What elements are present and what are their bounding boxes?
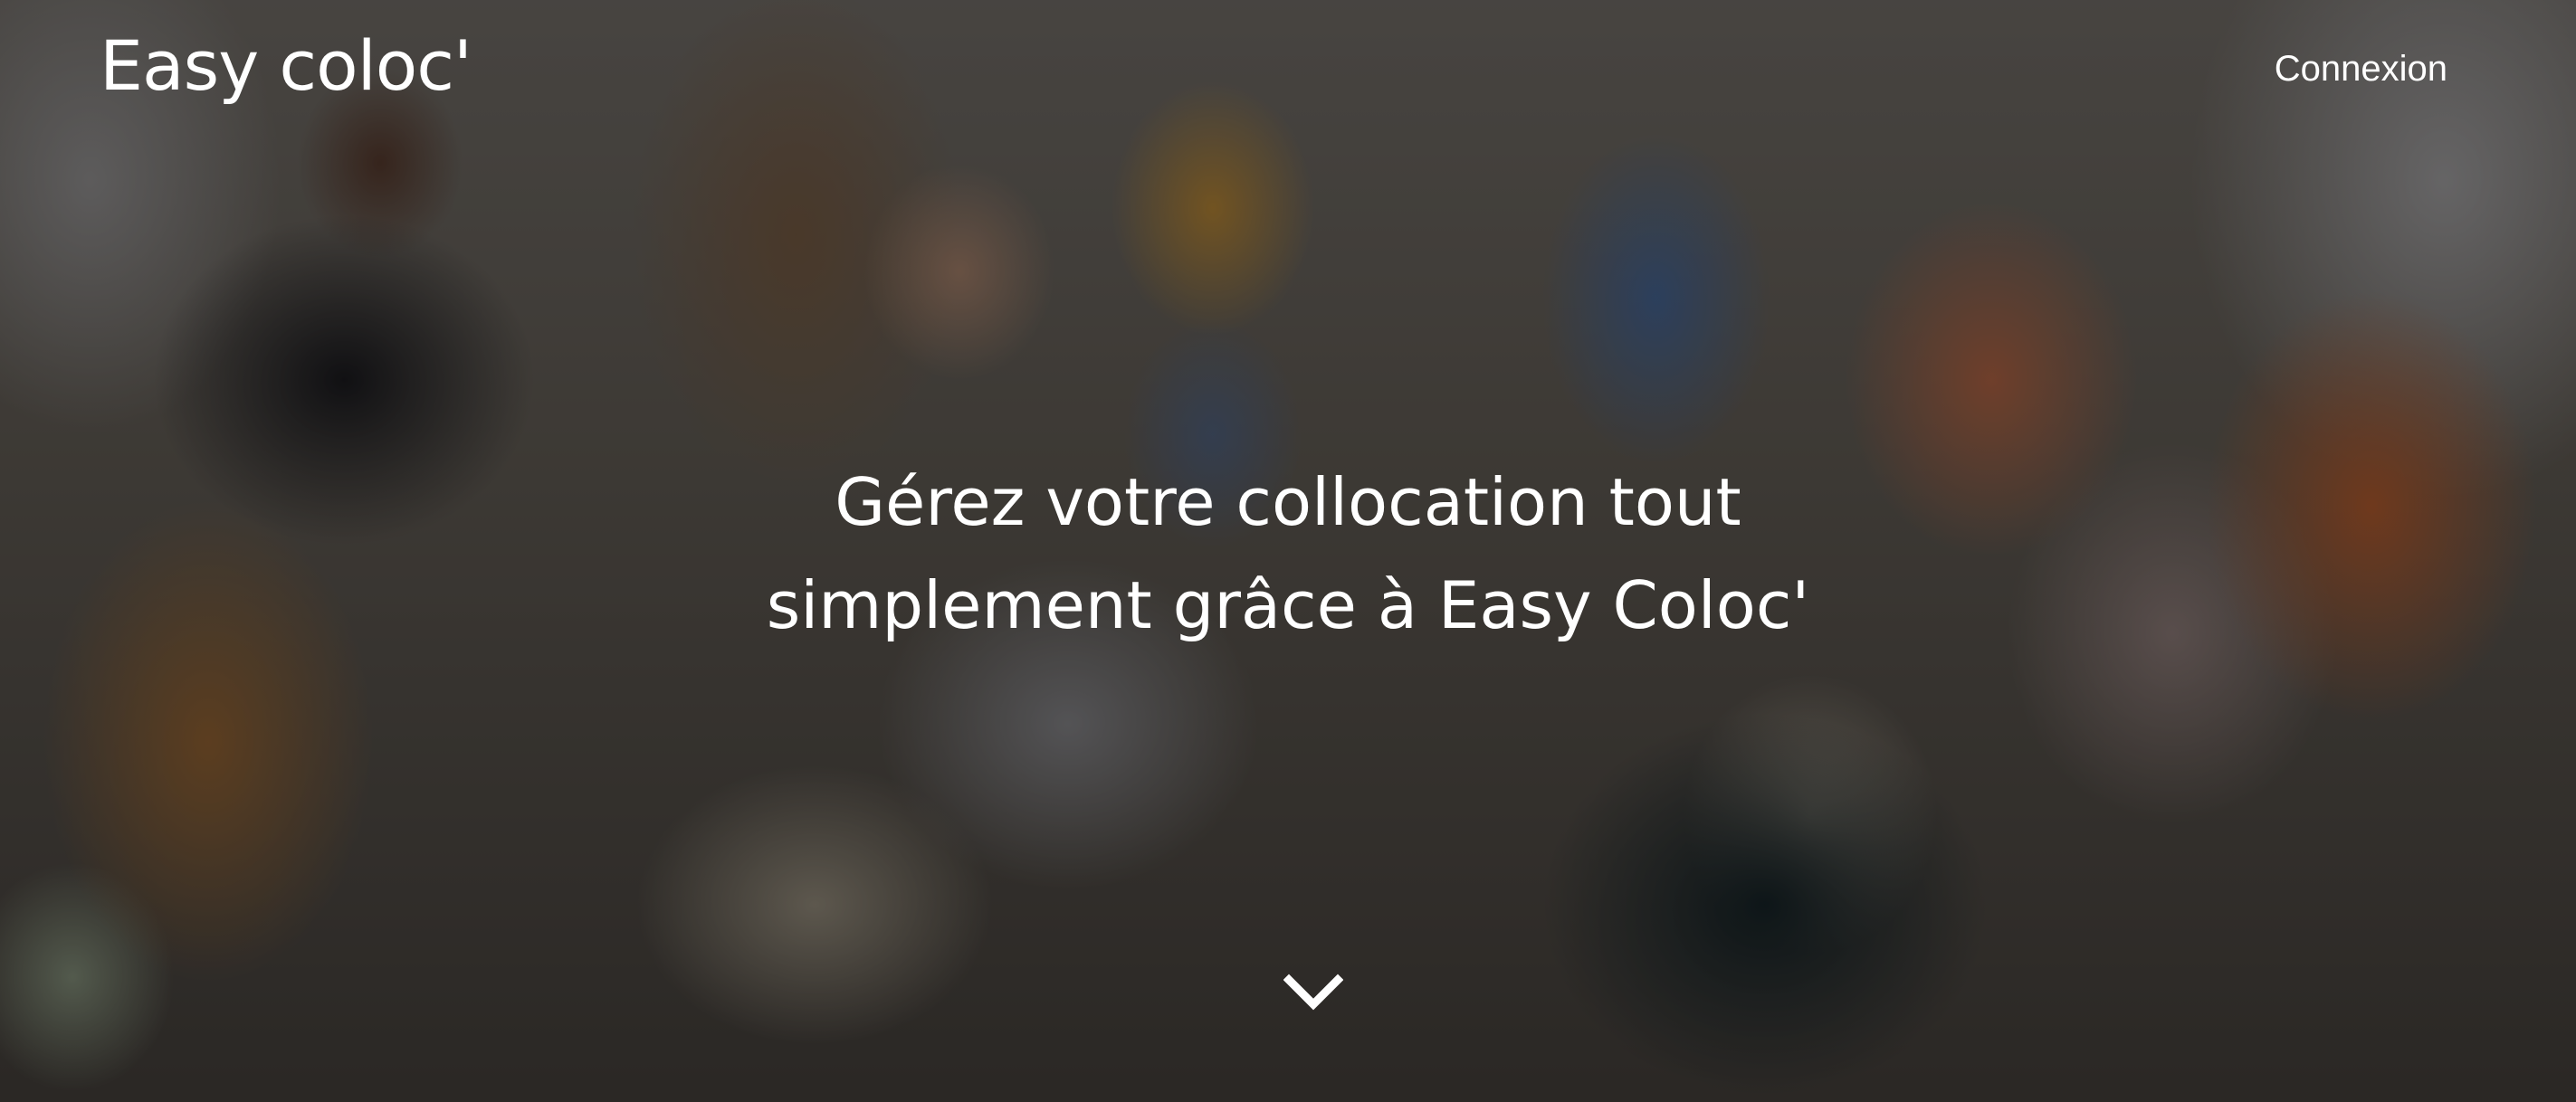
login-link[interactable]: Connexion (2275, 49, 2447, 90)
hero-section: Easy coloc' Connexion Gérez votre colloc… (0, 0, 2576, 1102)
brand-logo[interactable]: Easy coloc' (100, 25, 472, 106)
hero-headline-line-2: simplement grâce à Easy Coloc' (766, 567, 1810, 643)
hero-headline: Gérez votre collocation tout simplement … (0, 451, 2576, 657)
chevron-down-icon (1283, 974, 1344, 1011)
hero-headline-line-1: Gérez votre collocation tout (835, 464, 1741, 540)
scroll-down-button[interactable] (1283, 973, 1344, 1012)
